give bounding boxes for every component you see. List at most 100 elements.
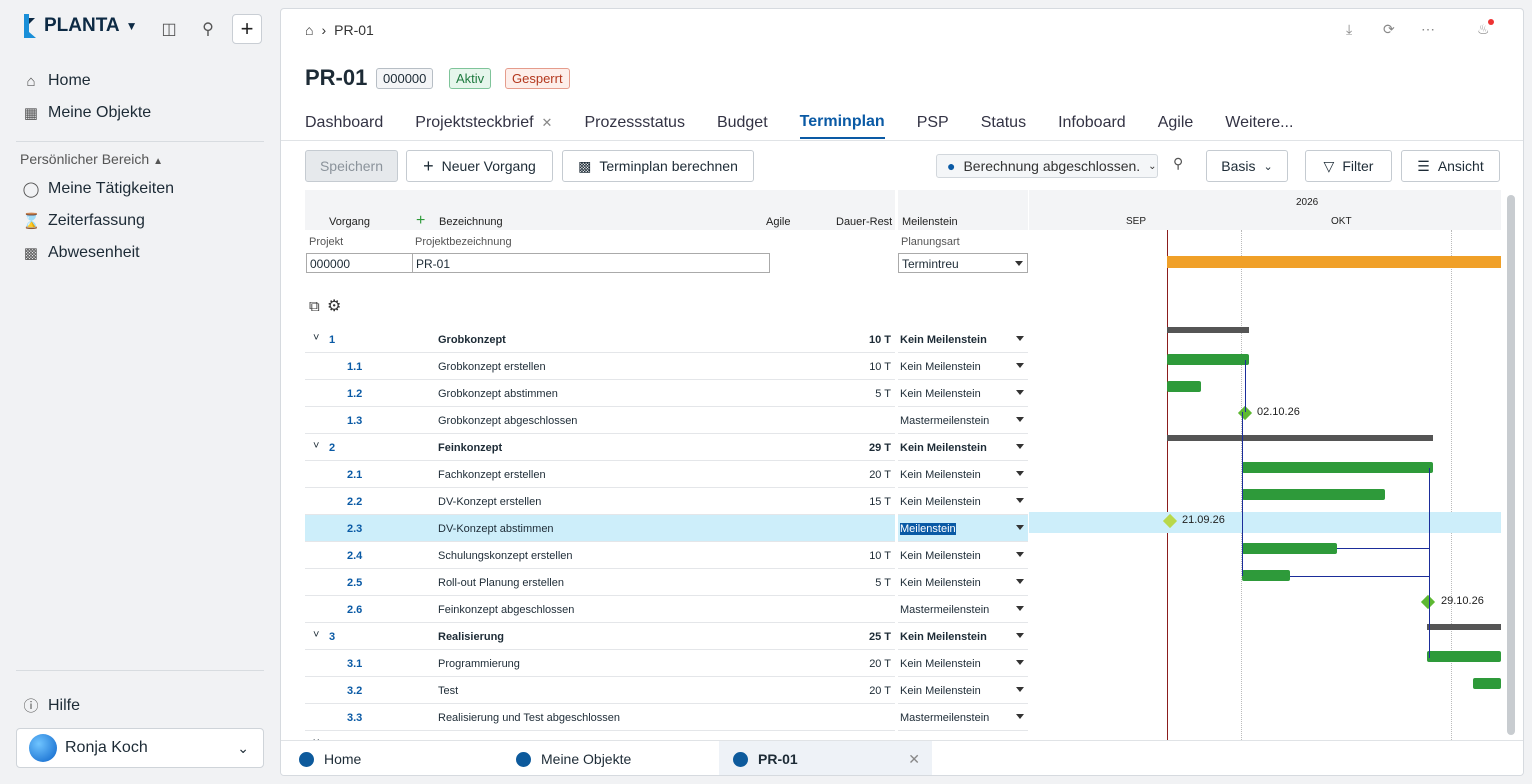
- milestone-select[interactable]: Kein Meilenstein: [898, 380, 1028, 407]
- bell-icon[interactable]: ♨: [1477, 19, 1494, 38]
- milestone-select[interactable]: Kein Meilenstein: [898, 353, 1028, 380]
- milestone-select[interactable]: Kein Meilenstein: [898, 434, 1028, 461]
- schedule-grid: Vorgang + Bezeichnung Agile Dauer-Rest M…: [281, 190, 1523, 740]
- tab-3[interactable]: Budget: [717, 113, 768, 139]
- close-icon: ✕: [541, 115, 553, 130]
- milestone-select[interactable]: Kein Meilenstein: [898, 650, 1028, 677]
- home-icon[interactable]: ⌂: [305, 22, 313, 38]
- table-row[interactable]: 2.2 DV-Konzept erstellen 15 T: [305, 488, 895, 515]
- plus-icon: +: [423, 155, 434, 176]
- person-icon: ◯: [22, 181, 40, 198]
- personal-section[interactable]: Persönlicher Bereich ▲: [20, 151, 163, 167]
- nav-tasks[interactable]: ◯ Meine Tätigkeiten: [22, 180, 174, 198]
- calendar-icon: ▩: [578, 157, 592, 174]
- milestone-select[interactable]: Kein Meilenstein: [898, 488, 1028, 515]
- bottom-tab-project[interactable]: PR-01 ✕: [719, 741, 932, 775]
- milestone-select[interactable]: Kein Meilenstein: [898, 569, 1028, 596]
- table-row[interactable]: ˅ 2 Feinkonzept 29 T: [305, 434, 895, 461]
- basis-dropdown[interactable]: Basis ⌄: [1206, 150, 1288, 182]
- id-badge: 000000: [376, 68, 434, 89]
- search-icon[interactable]: ⚲: [1173, 155, 1183, 172]
- tab-7[interactable]: Infoboard: [1058, 113, 1126, 139]
- milestone-select[interactable]: Kein Meilenstein: [898, 326, 1028, 353]
- table-row[interactable]: 1.3 Grobkonzept abgeschlossen: [305, 407, 895, 434]
- bottom-tab-objects[interactable]: Meine Objekte: [516, 741, 631, 775]
- chevron-down-icon: ⌄: [237, 739, 249, 756]
- close-icon[interactable]: ✕: [908, 751, 920, 768]
- milestone-select[interactable]: Kein Meilenstein: [898, 731, 1028, 740]
- status-badge-active: Aktiv: [449, 68, 492, 89]
- more-icon[interactable]: ⋯: [1421, 21, 1435, 38]
- add-row-icon[interactable]: +: [416, 212, 425, 230]
- chevron-down-icon: ˅: [313, 440, 320, 452]
- view-button[interactable]: ☰ Ansicht: [1401, 150, 1500, 182]
- project-id-field[interactable]: 000000: [306, 253, 413, 273]
- table-row[interactable]: 3.3 Realisierung und Test abgeschlossen: [305, 704, 895, 731]
- planta-logo-icon: [24, 14, 36, 38]
- table-row[interactable]: 2.4 Schulungskonzept erstellen 10 T: [305, 542, 895, 569]
- milestone-select[interactable]: Kein Meilenstein: [898, 461, 1028, 488]
- scrollbar[interactable]: [1507, 195, 1515, 735]
- save-button[interactable]: Speichern: [305, 150, 398, 182]
- milestone-select[interactable]: Kein Meilenstein: [898, 542, 1028, 569]
- milestone-select[interactable]: Mastermeilenstein: [898, 407, 1028, 434]
- nav-objects[interactable]: ▦ Meine Objekte: [22, 104, 151, 122]
- nav-time[interactable]: ⌛ Zeiterfassung: [22, 212, 145, 230]
- user-menu[interactable]: Ronja Koch ⌄: [16, 728, 264, 768]
- project-bar: [1167, 256, 1501, 268]
- calendar-icon: ▩: [23, 245, 39, 262]
- planta-logo[interactable]: PLANTA ▼: [22, 14, 138, 38]
- hourglass-icon: ⌛: [22, 213, 41, 230]
- milestone-select[interactable]: Kein Meilenstein: [898, 677, 1028, 704]
- table-row[interactable]: 3.2 Test 20 T: [305, 677, 895, 704]
- refresh-icon[interactable]: ⟳: [1383, 21, 1395, 38]
- table-row[interactable]: 1.1 Grobkonzept erstellen 10 T: [305, 353, 895, 380]
- tab-9[interactable]: Weitere...: [1225, 113, 1293, 139]
- tab-2[interactable]: Prozessstatus: [584, 113, 684, 139]
- milestone-select[interactable]: Mastermeilenstein: [898, 704, 1028, 731]
- avatar: [29, 734, 57, 762]
- nav-home[interactable]: ⌂ Home: [22, 72, 90, 90]
- home-icon: ⌂: [26, 72, 36, 90]
- help-icon: ⓘ: [23, 698, 39, 715]
- tab-5[interactable]: PSP: [917, 113, 949, 139]
- milestone-select[interactable]: Meilenstein: [898, 515, 1028, 542]
- table-row[interactable]: 1.2 Grobkonzept abstimmen 5 T: [305, 380, 895, 407]
- sliders-icon: ☰: [1417, 157, 1430, 174]
- status-badge-locked: Gesperrt: [505, 68, 570, 89]
- tab-8[interactable]: Agile: [1158, 113, 1194, 139]
- table-row[interactable]: 2.5 Roll-out Planung erstellen 5 T: [305, 569, 895, 596]
- table-row[interactable]: 2.6 Feinkonzept abgeschlossen: [305, 596, 895, 623]
- bottom-tabs: Home Meine Objekte PR-01 ✕: [281, 740, 1523, 775]
- table-row[interactable]: ˅ 3 Realisierung 25 T: [305, 623, 895, 650]
- table-row[interactable]: 2.1 Fachkonzept erstellen 20 T: [305, 461, 895, 488]
- add-button[interactable]: +: [232, 14, 262, 44]
- search-icon[interactable]: ⚲: [193, 14, 223, 44]
- filter-icon: ▽: [1323, 157, 1335, 174]
- tab-4[interactable]: Terminplan: [799, 113, 885, 139]
- bottom-tab-home[interactable]: Home: [299, 741, 361, 775]
- table-row[interactable]: ˅4Implementierung16 T: [305, 731, 895, 740]
- plan-type-select[interactable]: Termintreu: [898, 253, 1028, 273]
- nav-absence[interactable]: ▩ Abwesenheit: [22, 244, 140, 262]
- tab-6[interactable]: Status: [981, 113, 1026, 139]
- new-task-button[interactable]: + Neuer Vorgang: [406, 150, 553, 182]
- milestone-select[interactable]: Mastermeilenstein: [898, 596, 1028, 623]
- filter-button[interactable]: ▽ Filter: [1305, 150, 1392, 182]
- page-title: PR-01: [305, 65, 368, 90]
- gear-icon[interactable]: ⚙: [327, 296, 341, 316]
- calc-status-dropdown[interactable]: ● Berechnung abgeschlossen. ⌄: [936, 154, 1158, 178]
- calc-schedule-button[interactable]: ▩ Terminplan berechnen: [562, 150, 754, 182]
- sidebar-toggle-icon[interactable]: ◫: [154, 14, 184, 44]
- table-row[interactable]: 2.3 DV-Konzept abstimmen: [305, 515, 895, 542]
- table-row[interactable]: 3.1 Programmierung 20 T: [305, 650, 895, 677]
- download-icon[interactable]: ⤓: [1346, 21, 1352, 38]
- nav-help[interactable]: ⓘ Hilfe: [22, 695, 80, 716]
- tab-1[interactable]: Projektsteckbrief ✕: [415, 113, 552, 139]
- milestone-select[interactable]: Kein Meilenstein: [898, 623, 1028, 650]
- chevron-down-icon: ˅: [313, 332, 320, 344]
- copy-icon[interactable]: ⧉: [309, 298, 320, 315]
- project-name-field[interactable]: PR-01: [412, 253, 770, 273]
- table-row[interactable]: ˅ 1 Grobkonzept 10 T: [305, 326, 895, 353]
- tab-0[interactable]: Dashboard: [305, 113, 383, 139]
